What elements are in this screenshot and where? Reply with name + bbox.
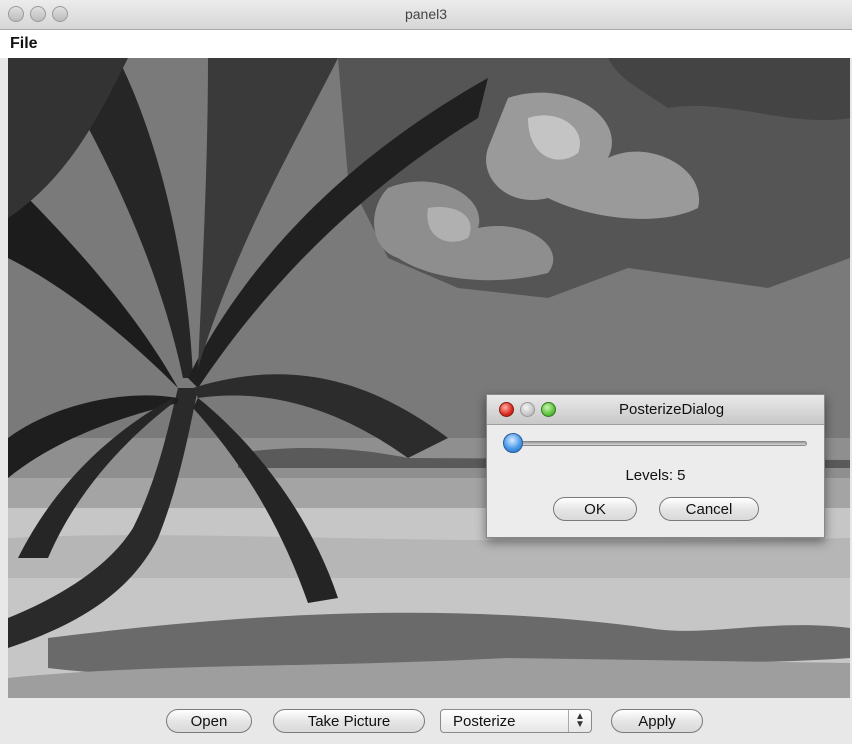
filter-select-value: Posterize [453,712,516,730]
image-canvas [8,58,850,698]
dialog-titlebar: PosterizeDialog [487,395,824,425]
posterized-beach-image [8,58,850,698]
window-title: panel3 [404,6,448,22]
dialog-window-controls [499,402,556,417]
filter-select[interactable]: Posterize ▲ ▼ [440,709,592,733]
levels-label: Levels: 5 [625,467,686,484]
take-picture-button[interactable]: Take Picture [273,709,425,733]
menu-bar: File [0,30,852,58]
dialog-title: PosterizeDialog [619,401,725,418]
bottom-toolbar: Open Take Picture Posterize ▲ ▼ Apply [0,698,852,744]
levels-slider-knob[interactable] [503,433,523,453]
close-icon[interactable] [499,402,514,417]
minimize-icon[interactable] [520,402,535,417]
cancel-button[interactable]: Cancel [659,497,759,521]
open-button[interactable]: Open [166,709,252,733]
menu-file[interactable]: File [10,35,38,53]
window-titlebar: panel3 [0,0,852,30]
apply-button[interactable]: Apply [611,709,703,733]
up-down-arrows-icon: ▲ ▼ [568,710,591,732]
posterize-dialog: PosterizeDialog Levels: 5 OK Cancel [486,394,825,538]
zoom-icon[interactable] [541,402,556,417]
ok-button[interactable]: OK [553,497,637,521]
levels-slider-track[interactable] [509,441,807,446]
